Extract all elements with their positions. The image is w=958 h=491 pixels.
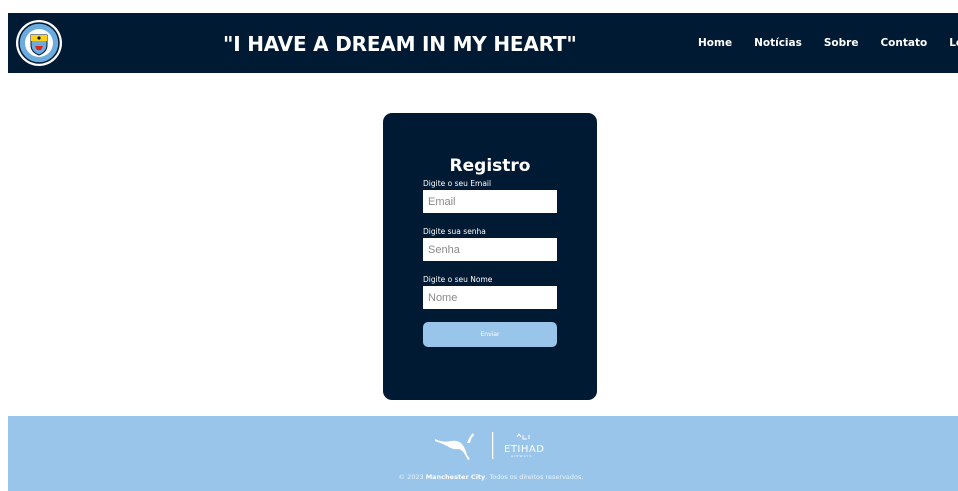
- email-label: Digite o seu Email: [423, 179, 492, 188]
- nav-login[interactable]: Login: [949, 37, 958, 49]
- nav-contato[interactable]: Contato: [880, 37, 927, 49]
- page: "I HAVE A DREAM IN MY HEART" Home Notíci…: [0, 0, 958, 491]
- etihad-logo-icon: ETIHAD AIRWAYS: [504, 433, 544, 458]
- nav-home[interactable]: Home: [698, 37, 732, 49]
- copyright-prefix: © 2023: [398, 473, 426, 481]
- header-slogan: "I HAVE A DREAM IN MY HEART": [223, 32, 577, 56]
- puma-logo-icon: [435, 433, 474, 460]
- register-title: Registro: [449, 156, 531, 176]
- sponsor-logos: ETIHAD AIRWAYS: [431, 429, 551, 463]
- svg-text:AIRWAYS: AIRWAYS: [511, 454, 533, 458]
- main-nav: Home Notícias Sobre Contato Login: [698, 37, 958, 49]
- club-crest-icon[interactable]: [16, 20, 62, 66]
- name-label: Digite o seu Nome: [423, 275, 493, 284]
- sponsor-divider: [492, 432, 494, 459]
- site-footer: ETIHAD AIRWAYS © 2023 Manchester City. T…: [8, 416, 958, 491]
- copyright-brand[interactable]: Manchester City: [426, 473, 486, 481]
- submit-button[interactable]: Enviar: [423, 322, 557, 347]
- name-field[interactable]: [423, 286, 557, 309]
- nav-sobre[interactable]: Sobre: [824, 37, 859, 49]
- register-card: Registro Digite o seu Email Digite sua s…: [383, 113, 597, 400]
- copyright-text: © 2023 Manchester City. Todos os direito…: [8, 473, 958, 481]
- copyright-suffix: . Todos os direitos reservados.: [485, 473, 584, 481]
- email-field[interactable]: [423, 190, 557, 213]
- password-label: Digite sua senha: [423, 227, 486, 236]
- password-field[interactable]: [423, 238, 557, 261]
- nav-noticias[interactable]: Notícias: [754, 37, 802, 49]
- site-header: "I HAVE A DREAM IN MY HEART" Home Notíci…: [8, 13, 958, 73]
